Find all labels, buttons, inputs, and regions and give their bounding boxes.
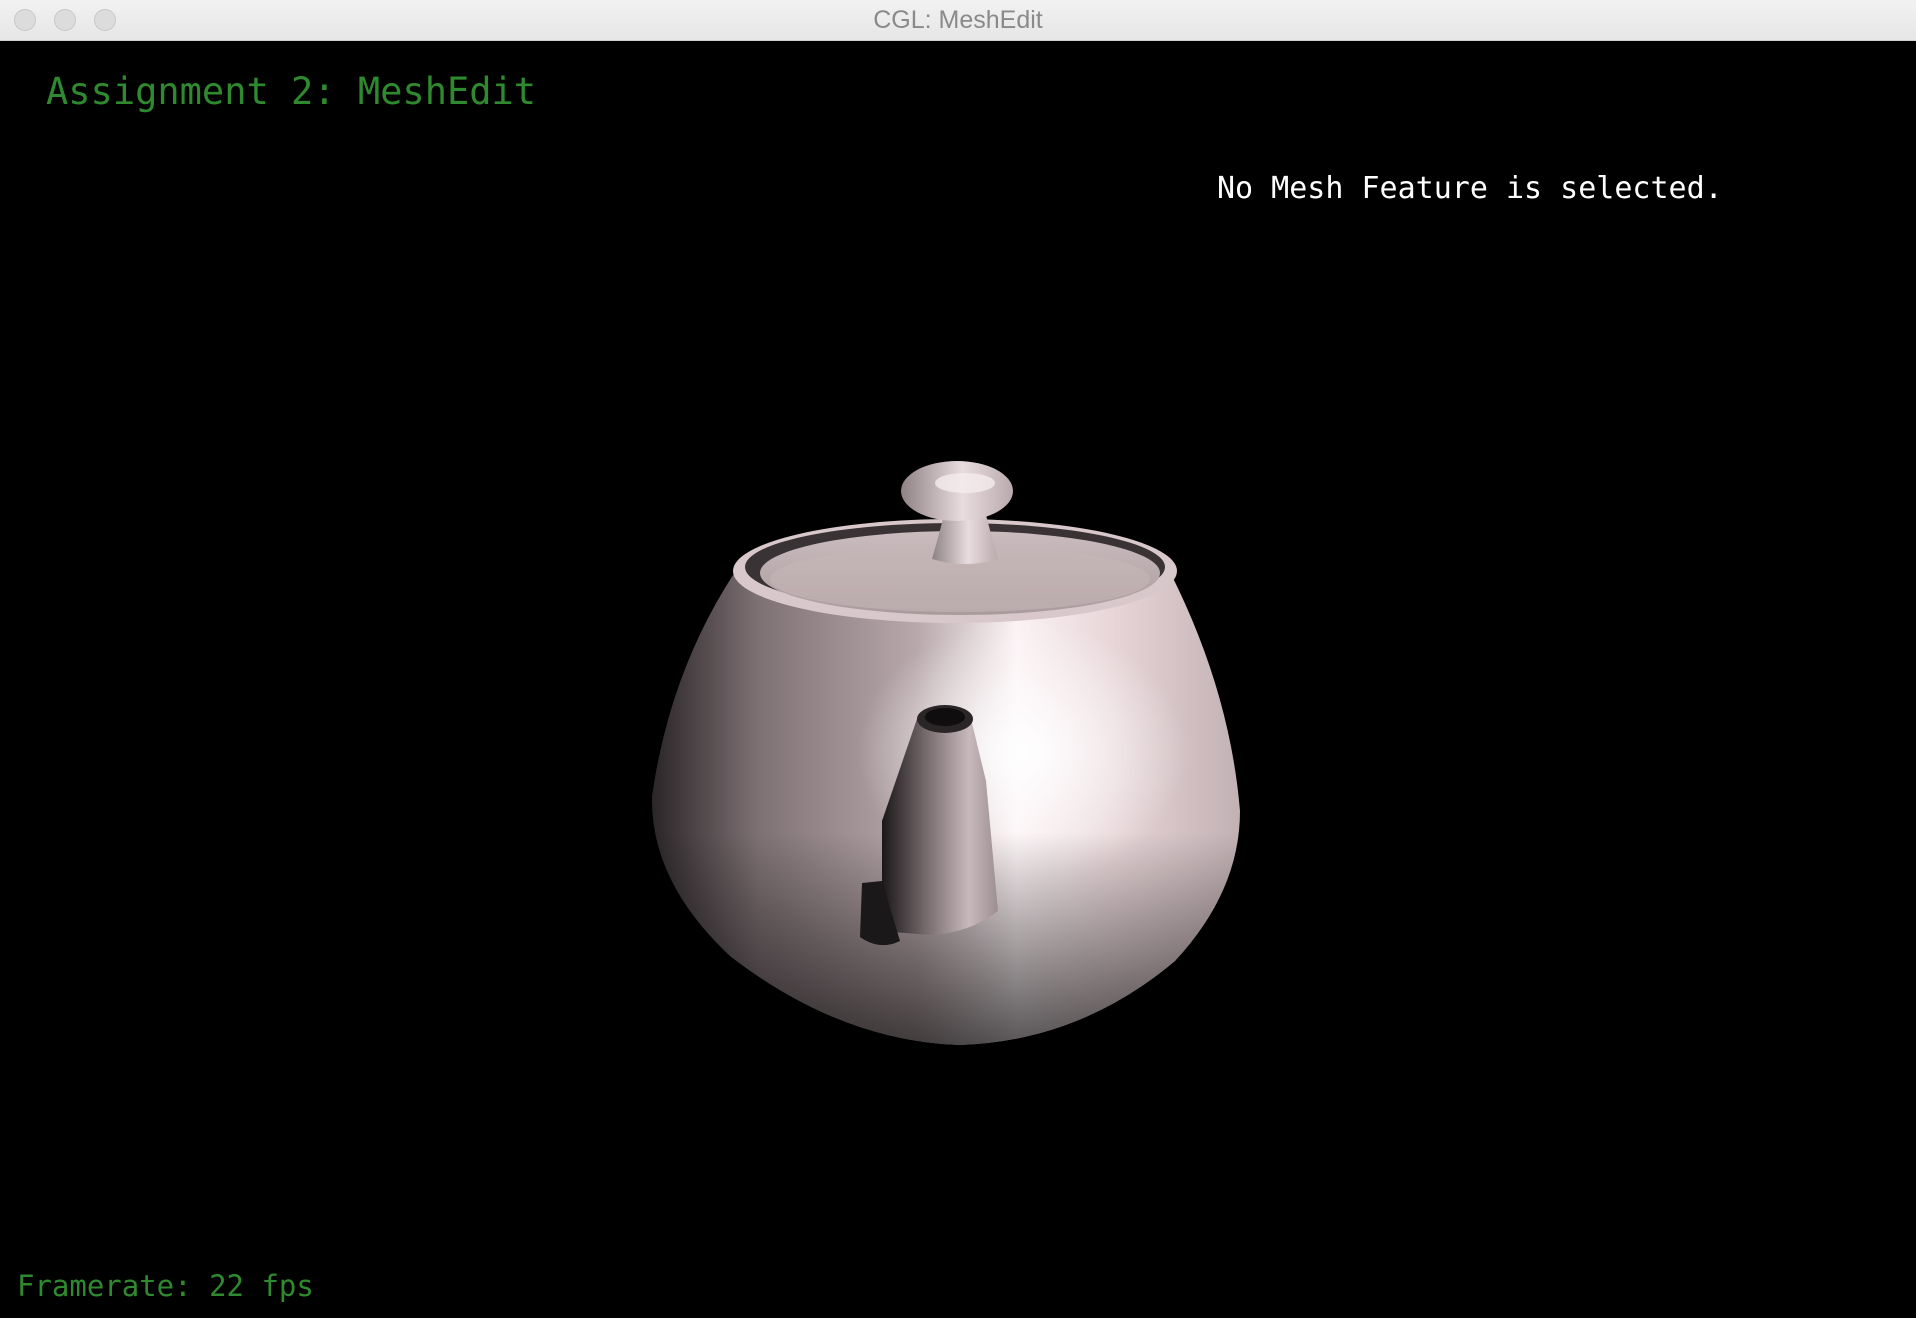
framerate-label: Framerate: (17, 1269, 192, 1303)
app-window: CGL: MeshEdit Assignment 2: MeshEdit No … (0, 0, 1916, 1318)
framerate-value: 22 (209, 1269, 244, 1303)
framerate-unit: fps (261, 1269, 314, 1303)
framerate-readout: Framerate: 22 fps (17, 1269, 314, 1303)
window-title: CGL: MeshEdit (873, 6, 1043, 34)
selection-status: No Mesh Feature is selected. (1217, 171, 1723, 206)
teapot-mesh[interactable] (600, 441, 1320, 1081)
render-viewport[interactable]: Assignment 2: MeshEdit No Mesh Feature i… (0, 41, 1916, 1318)
assignment-title: Assignment 2: MeshEdit (46, 70, 537, 113)
window-titlebar[interactable]: CGL: MeshEdit (0, 0, 1916, 41)
